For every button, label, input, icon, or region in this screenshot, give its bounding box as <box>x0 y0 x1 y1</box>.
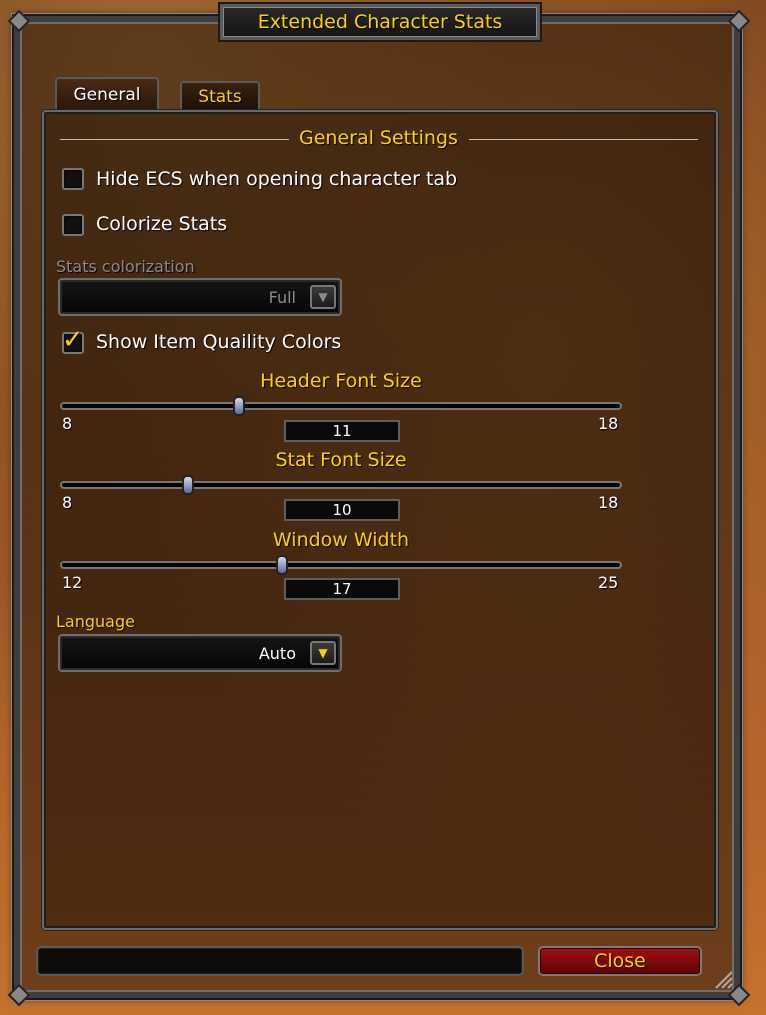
section-title: General Settings <box>299 127 458 149</box>
stat-font-size-slider[interactable] <box>60 475 622 495</box>
stat-font-size-title: Stat Font Size <box>275 449 407 471</box>
hide-ecs-checkbox[interactable] <box>62 168 84 190</box>
window-width-slider[interactable] <box>60 555 622 575</box>
window-width-value[interactable]: 17 <box>284 578 400 600</box>
header-font-size-slider[interactable] <box>60 396 622 416</box>
checkmark-icon: ✓ <box>62 325 84 355</box>
header-font-size-value[interactable]: 11 <box>284 420 400 442</box>
colorize-stats-label[interactable]: Colorize Stats <box>96 213 227 235</box>
slider-thumb[interactable] <box>276 555 288 575</box>
show-item-quality-checkbox[interactable]: ✓ <box>62 325 84 355</box>
tab-stats-label: Stats <box>198 87 242 107</box>
slider-thumb[interactable] <box>182 475 194 495</box>
window-width-title: Window Width <box>272 529 410 551</box>
language-label: Language <box>56 612 135 631</box>
resize-grip-icon[interactable] <box>712 968 734 990</box>
stats-colorization-label: Stats colorization <box>56 257 195 276</box>
header-font-size-title: Header Font Size <box>260 370 422 392</box>
colorize-stats-checkbox[interactable] <box>62 214 84 236</box>
language-value: Auto <box>258 644 296 663</box>
arrow-down-icon[interactable]: ▼ <box>310 285 336 309</box>
tab-general-label: General <box>73 85 141 105</box>
header-font-size-max: 18 <box>598 414 619 433</box>
show-item-quality-label[interactable]: Show Item Quaility Colors <box>96 331 341 353</box>
status-bar <box>36 946 524 976</box>
section-divider-right <box>469 139 698 140</box>
stats-colorization-dropdown[interactable]: Full ▼ <box>58 278 342 316</box>
stat-font-size-max: 18 <box>598 493 619 512</box>
tab-stats[interactable]: Stats <box>180 81 260 111</box>
stat-font-size-value[interactable]: 10 <box>284 499 400 521</box>
header-font-size-min: 8 <box>62 414 73 433</box>
section-divider-left <box>60 139 289 140</box>
window-width-max: 25 <box>598 573 619 592</box>
stat-font-size-min: 8 <box>62 493 73 512</box>
arrow-down-icon[interactable]: ▼ <box>310 641 336 665</box>
window-title-bar[interactable]: Extended Character Stats <box>220 4 540 40</box>
tab-general[interactable]: General <box>55 77 159 111</box>
language-dropdown[interactable]: Auto ▼ <box>58 634 342 672</box>
hide-ecs-label[interactable]: Hide ECS when opening character tab <box>96 168 457 190</box>
window-title: Extended Character Stats <box>257 11 503 33</box>
close-button[interactable]: Close <box>538 946 702 976</box>
stats-colorization-value: Full <box>268 288 296 307</box>
slider-thumb[interactable] <box>233 396 245 416</box>
window-width-min: 12 <box>62 573 83 592</box>
